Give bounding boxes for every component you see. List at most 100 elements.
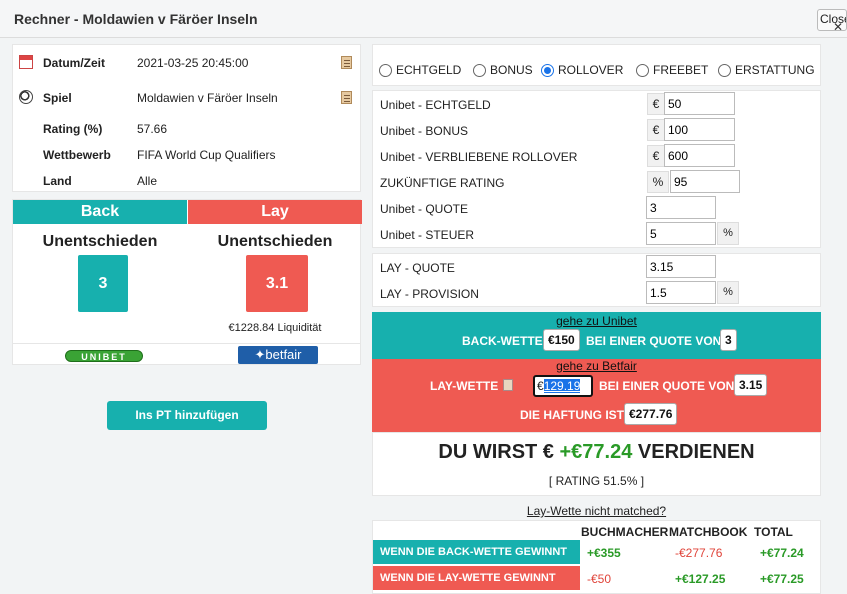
row-label-lay-wins: WENN DIE LAY-WETTE GEWINNT: [373, 566, 580, 590]
liability-text: DIE HAFTUNG IST: [520, 408, 624, 422]
lay-odds-tile[interactable]: 3.1: [246, 255, 308, 312]
back-fields-panel: Unibet - ECHTGELD € Unibet - BONUS € Uni…: [372, 90, 821, 248]
close-icon[interactable]: ✕: [833, 20, 843, 34]
radio-button[interactable]: [718, 64, 731, 77]
lay-bet-summary: gehe zu Betfair LAY-WETTE BEI EINER QUOT…: [372, 359, 821, 432]
back-quote-input[interactable]: [646, 196, 716, 219]
back-odds-value: 3: [720, 329, 737, 351]
profit-result: DU WIRST € +€77.24 VERDIENEN [ RATING 51…: [372, 432, 821, 496]
cell-total: +€77.25: [760, 572, 804, 586]
info-value: 57.66: [137, 122, 168, 136]
outcome-table: BUCHMACHER MATCHBOOK TOTAL WENN DIE BACK…: [372, 520, 821, 594]
window-title: Rechner - Moldawien v Färöer Inseln: [14, 11, 258, 27]
field-label-lay-provision: LAY - PROVISION: [380, 287, 479, 301]
rating-input[interactable]: [670, 170, 740, 193]
liability-value: €277.76: [624, 403, 678, 425]
info-value: FIFA World Cup Qualifiers: [137, 148, 276, 162]
radio-label[interactable]: BONUS: [490, 63, 533, 77]
add-to-pt-button[interactable]: Ins PT hinzufügen: [107, 401, 267, 430]
calendar-icon: [19, 55, 33, 69]
lay-quote-input[interactable]: [646, 255, 716, 278]
cell-total: +€77.24: [760, 546, 804, 560]
euro-prefix: €: [647, 119, 665, 141]
radio-button[interactable]: [473, 64, 486, 77]
copy-icon[interactable]: [341, 91, 352, 104]
lay-bet-text: LAY-WETTE: [430, 379, 499, 393]
rollover-input[interactable]: [664, 144, 735, 167]
row-label-back-wins: WENN DIE BACK-WETTE GEWINNT: [373, 540, 580, 564]
col-header-bookmaker: BUCHMACHER: [581, 525, 669, 539]
radio-label[interactable]: FREEBET: [653, 63, 708, 77]
divider: [13, 343, 360, 344]
profit-suffix: VERDIENEN: [637, 441, 755, 463]
liquidity-text: €1228.84 Liquidität: [228, 322, 322, 334]
radio-button[interactable]: [636, 64, 649, 77]
info-row-rating: Rating (%) 57.66: [13, 119, 360, 139]
lay-odds-text: BEI EINER QUOTE VON: [599, 379, 735, 393]
odds-panel: Back Lay Unentschieden Unentschieden 3 3…: [12, 199, 362, 365]
copy-icon[interactable]: [341, 56, 352, 69]
radio-label[interactable]: ECHTGELD: [396, 63, 461, 77]
info-value: Alle: [137, 174, 158, 188]
radio-button[interactable]: [541, 64, 554, 77]
title-bar: Rechner - Moldawien v Färöer Inseln Clos…: [0, 0, 847, 38]
back-odds-text: BEI EINER QUOTE VON: [586, 334, 722, 348]
info-label: Datum/Zeit: [43, 56, 106, 70]
field-label-bonus: Unibet - BONUS: [380, 124, 469, 138]
profit-amount: +€77.24: [559, 441, 633, 463]
info-row-country: Land Alle: [13, 171, 360, 191]
back-odds-tile[interactable]: 3: [78, 255, 128, 312]
info-row-competition: Wettbewerb FIFA World Cup Qualifiers: [13, 145, 360, 165]
euro-prefix: €: [647, 93, 665, 115]
betfair-logo-text: betfair: [265, 347, 302, 362]
lay-header: Lay: [188, 200, 362, 224]
field-label-quote: Unibet - QUOTE: [380, 202, 469, 216]
lay-stake-input[interactable]: €129.19: [533, 375, 593, 397]
currency-symbol: €: [537, 379, 544, 393]
go-to-unibet-link[interactable]: gehe zu Unibet: [372, 314, 821, 328]
field-label-echtgeld: Unibet - ECHTGELD: [380, 98, 491, 112]
back-selection: Unentschieden: [42, 233, 158, 250]
percent-suffix: %: [717, 222, 739, 245]
back-header: Back: [13, 200, 187, 224]
bet-type-selector: ECHTGELD BONUS ROLLOVER FREEBET ERSTATTU…: [372, 44, 821, 86]
copy-icon[interactable]: [503, 379, 513, 391]
info-row-datetime: Datum/Zeit 2021-03-25 20:45:00: [13, 53, 360, 73]
percent-suffix: %: [717, 281, 739, 304]
field-label-rating: ZUKÜNFTIGE RATING: [380, 176, 505, 190]
bonus-input[interactable]: [664, 118, 735, 141]
percent-prefix: %: [647, 171, 669, 193]
radio-button[interactable]: [379, 64, 392, 77]
back-bet-summary: gehe zu Unibet BACK-WETTE €150 BEI EINER…: [372, 312, 821, 359]
lay-stake-value[interactable]: 129.19: [543, 379, 581, 393]
euro-prefix: €: [647, 145, 665, 167]
profit-prefix: DU WIRST €: [438, 441, 554, 463]
lay-not-matched-link[interactable]: Lay-Wette nicht matched?: [372, 504, 821, 518]
field-label-lay-quote: LAY - QUOTE: [380, 261, 455, 275]
field-label-rollover: Unibet - VERBLIEBENE ROLLOVER: [380, 150, 578, 164]
radio-label[interactable]: ROLLOVER: [558, 63, 623, 77]
back-stake-value: €150: [543, 329, 580, 351]
back-bet-text: BACK-WETTE: [462, 334, 543, 348]
info-row-match: Spiel Moldawien v Färöer Inseln: [13, 88, 360, 108]
cell-matchbook: -€277.76: [675, 546, 723, 560]
lay-fields-panel: LAY - QUOTE LAY - PROVISION %: [372, 253, 821, 307]
lay-provision-input[interactable]: [646, 281, 716, 304]
cell-bookmaker: +€355: [587, 546, 621, 560]
steuer-input[interactable]: [646, 222, 716, 245]
radio-label[interactable]: ERSTATTUNG: [735, 63, 815, 77]
profit-headline: DU WIRST € +€77.24 VERDIENEN: [373, 441, 820, 464]
lay-selection: Unentschieden: [217, 233, 333, 250]
info-label: Spiel: [43, 91, 72, 105]
go-to-betfair-link[interactable]: gehe zu Betfair: [372, 359, 821, 373]
info-value: Moldawien v Färöer Inseln: [137, 91, 278, 105]
cell-bookmaker: -€50: [587, 572, 612, 586]
unibet-logo[interactable]: UNIBET: [65, 350, 143, 362]
event-info-panel: Datum/Zeit 2021-03-25 20:45:00 Spiel Mol…: [12, 44, 361, 192]
echtgeld-input[interactable]: [664, 92, 735, 115]
betfair-logo[interactable]: ✦betfair: [238, 346, 318, 364]
col-header-matchbook: MATCHBOOK: [669, 525, 748, 539]
info-label: Wettbewerb: [43, 148, 111, 162]
lay-odds-value: 3.15: [734, 374, 768, 396]
col-header-total: TOTAL: [754, 525, 793, 539]
